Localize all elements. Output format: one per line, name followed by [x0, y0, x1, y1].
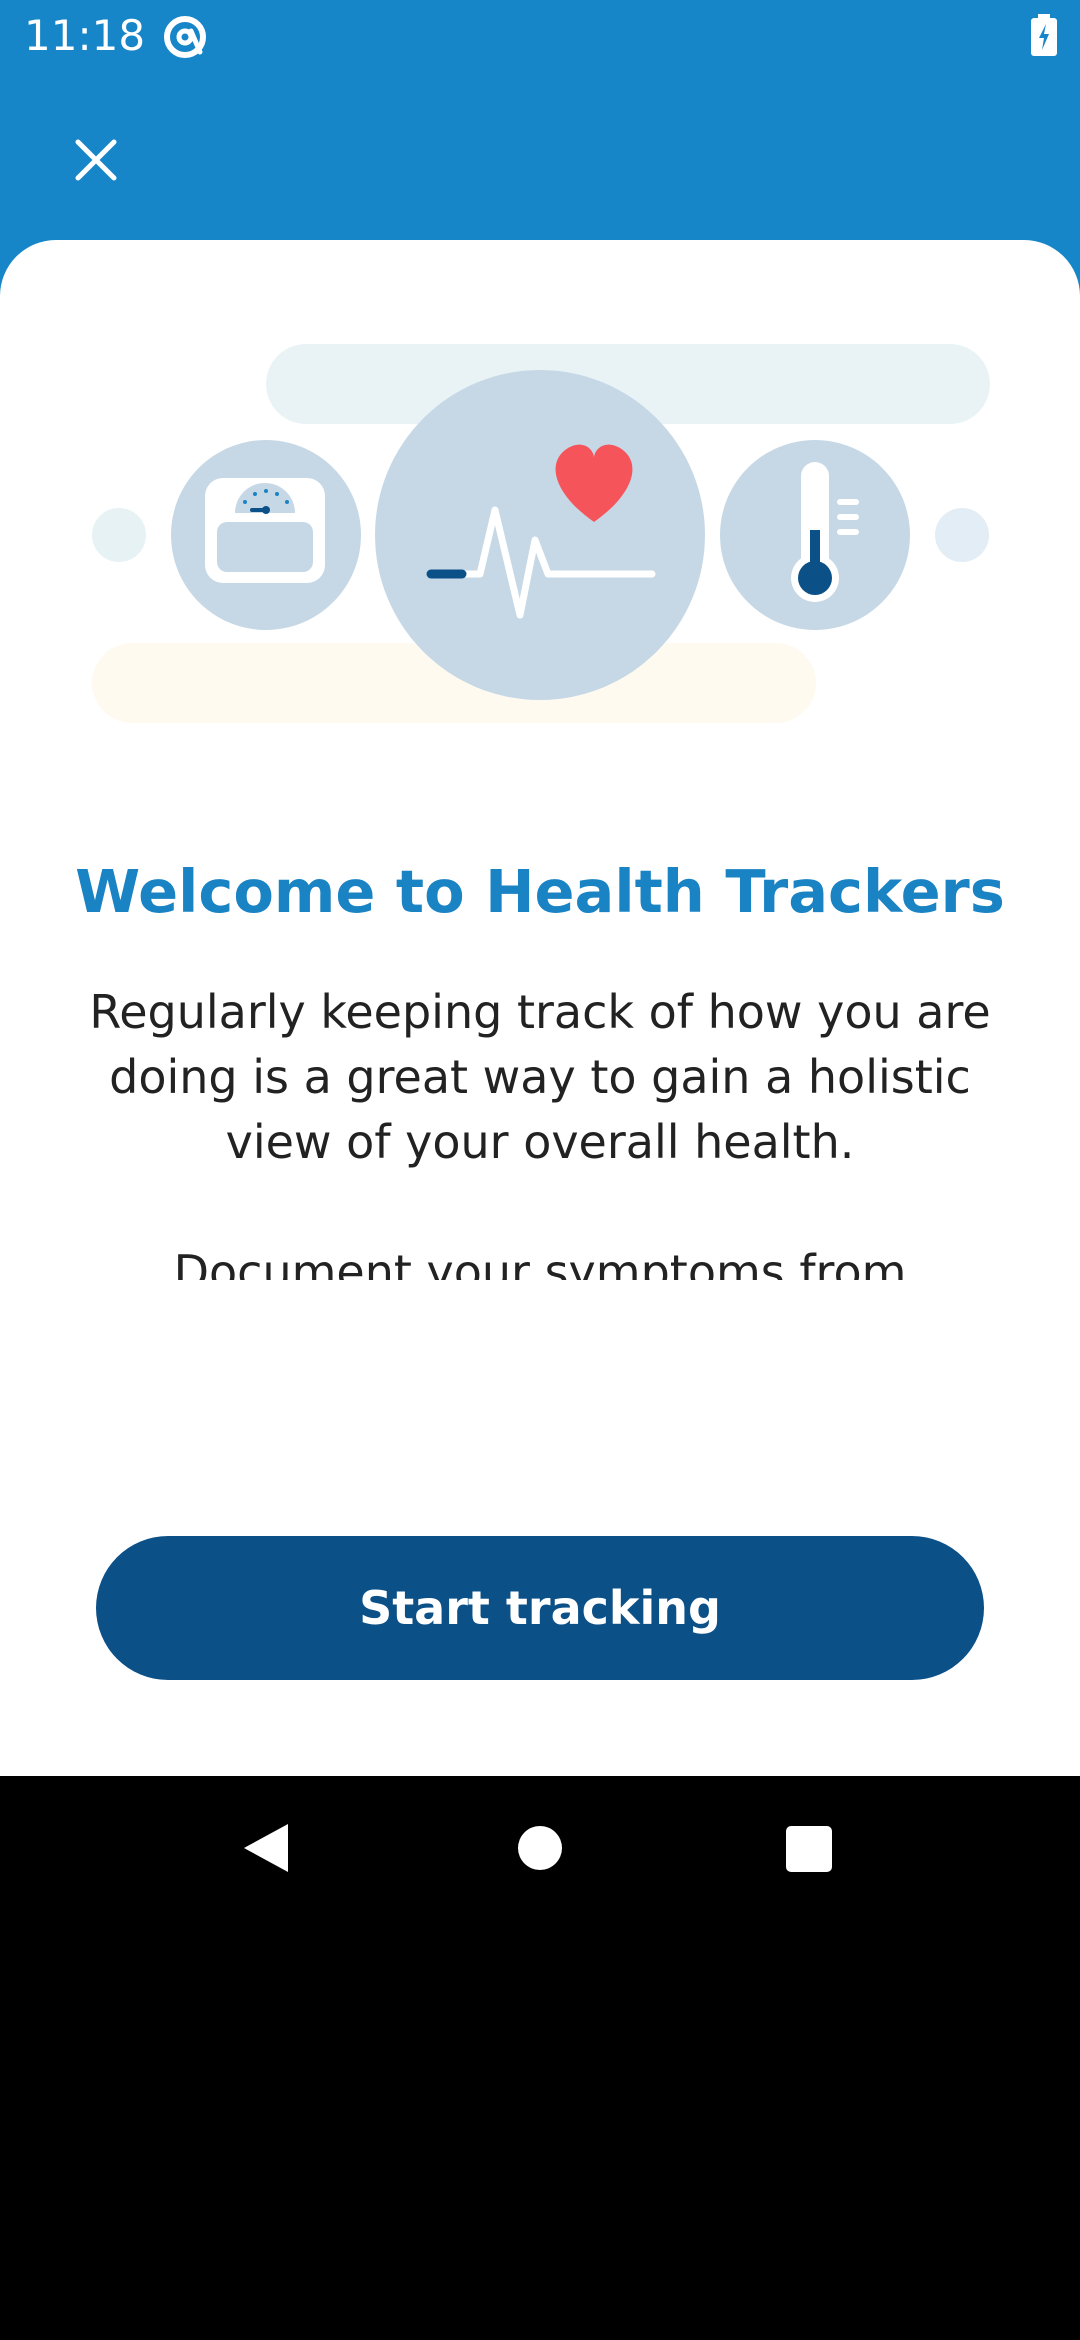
recents-icon[interactable]: [786, 1826, 832, 1872]
at-sign-icon: [164, 16, 206, 58]
close-icon: [75, 139, 117, 181]
status-time: 11:18: [24, 11, 146, 60]
battery-charging-icon: [1031, 14, 1057, 56]
start-tracking-button[interactable]: Start tracking: [96, 1536, 984, 1680]
system-nav-bar: [0, 1776, 1080, 1921]
back-icon[interactable]: [242, 1822, 290, 1874]
intro-text: Regularly keeping track of how you are d…: [70, 980, 1010, 1280]
scale-icon: [171, 440, 361, 630]
text-fade: [0, 1430, 1080, 1550]
home-icon[interactable]: [518, 1826, 562, 1870]
page-title: Welcome to Health Trackers: [75, 857, 1005, 926]
close-button[interactable]: [56, 120, 136, 200]
heartbeat-icon: [375, 370, 705, 700]
thermometer-icon: [720, 440, 910, 630]
intro-paragraph: Document your symptoms from abdominal pa…: [173, 1245, 907, 1280]
intro-paragraph: Regularly keeping track of how you are d…: [89, 985, 991, 1169]
health-illustration: [92, 344, 990, 723]
